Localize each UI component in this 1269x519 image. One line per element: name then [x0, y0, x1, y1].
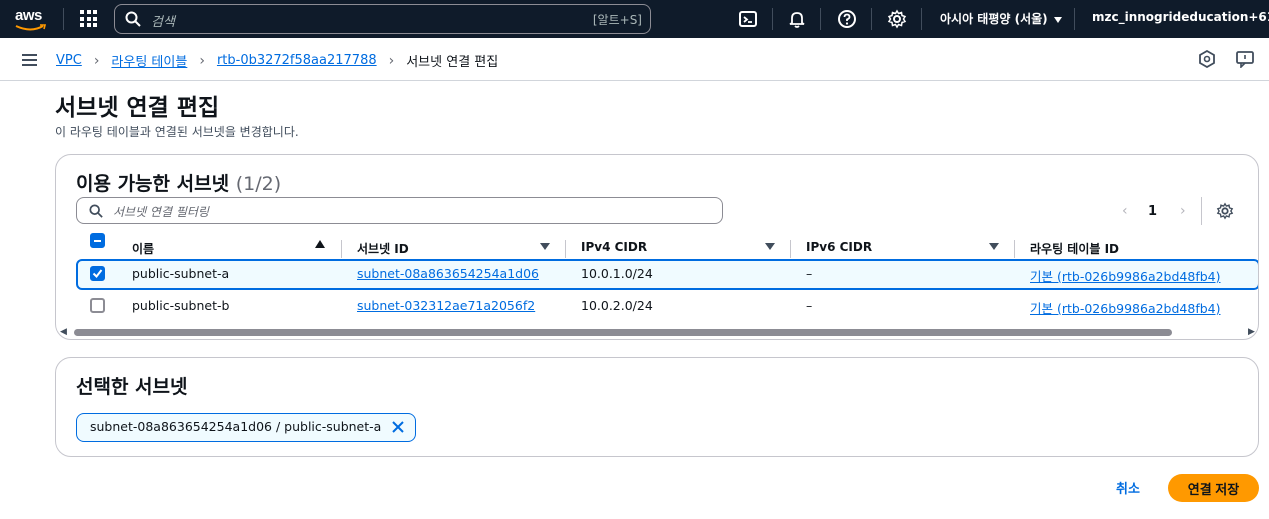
row-checkbox[interactable]	[90, 266, 105, 281]
sort-icon[interactable]	[989, 243, 999, 250]
search-shortcut: [알트+S]	[592, 13, 642, 27]
chevron-down-icon	[1053, 16, 1062, 23]
region-selector[interactable]: 아시아 태평양 (서울)	[940, 10, 1062, 27]
scroll-left-icon[interactable]: ◀	[60, 327, 67, 337]
save-associations-button[interactable]: 연결 저장	[1168, 474, 1259, 502]
column-name[interactable]: 이름	[132, 240, 154, 257]
breadcrumb-route-tables[interactable]: 라우팅 테이블	[111, 51, 187, 70]
ipv4-cidr: 10.0.1.0/24	[581, 266, 653, 281]
top-navigation: aws 검색 [알트+S] 아시아 태평양 (서울) mzc_innogride…	[0, 0, 1269, 38]
panel-title: 선택한 서브넷	[76, 376, 188, 398]
chevron-right-icon: ›	[199, 52, 205, 69]
subnet-name: public-subnet-b	[132, 298, 230, 313]
breadcrumb-current: 서브넷 연결 편집	[406, 55, 499, 70]
preferences-gear-icon[interactable]	[1216, 202, 1234, 220]
breadcrumb-bar: VPC › 라우팅 테이블 › rtb-0b3272f58aa217788 › …	[0, 38, 1269, 81]
breadcrumb-route-table-id[interactable]: rtb-0b3272f58aa217788	[217, 53, 377, 68]
search-placeholder: 검색	[151, 15, 175, 30]
services-grid-icon[interactable]	[80, 10, 97, 27]
select-all-checkbox[interactable]	[90, 233, 105, 248]
cancel-button[interactable]: 취소	[1116, 478, 1140, 497]
column-ipv6-cidr[interactable]: IPv6 CIDR	[806, 240, 872, 254]
chevron-right-icon: ›	[93, 52, 100, 69]
check-icon	[92, 269, 103, 279]
sort-ascending-icon[interactable]	[315, 240, 325, 248]
next-page-button[interactable]: ›	[1180, 203, 1186, 219]
global-search-input[interactable]: 검색 [알트+S]	[114, 4, 651, 34]
ipv4-cidr: 10.0.2.0/24	[581, 298, 653, 313]
bell-icon[interactable]	[787, 9, 807, 29]
smile-arrow-icon	[15, 24, 47, 31]
ipv6-cidr: –	[806, 298, 813, 313]
menu-icon[interactable]	[22, 54, 37, 66]
breadcrumb-vpc[interactable]: VPC	[56, 53, 82, 68]
row-checkbox[interactable]	[90, 298, 105, 313]
breadcrumb: VPC › 라우팅 테이블 › rtb-0b3272f58aa217788 › …	[56, 51, 499, 71]
ipv6-cidr: –	[806, 266, 813, 281]
table-row[interactable]: public-subnet-b subnet-032312ae71a2056f2…	[76, 291, 1258, 322]
search-icon	[89, 204, 103, 218]
search-icon	[125, 11, 141, 27]
aws-logo[interactable]: aws	[14, 4, 48, 34]
account-menu[interactable]: mzc_innogrideducation+61	[1092, 10, 1269, 24]
previous-page-button[interactable]: ‹	[1122, 203, 1128, 219]
sort-icon[interactable]	[765, 243, 775, 250]
table-row[interactable]: public-subnet-a subnet-08a863654254a1d06…	[76, 259, 1258, 290]
notifications-panel-icon[interactable]	[1198, 50, 1216, 68]
sort-icon[interactable]	[540, 243, 550, 250]
subnet-id-link[interactable]: subnet-032312ae71a2056f2	[357, 298, 535, 313]
available-subnets-panel: 이용 가능한 서브넷 (1/2) 서브넷 연결 필터링 ‹ 1 › 이름 서브넷…	[55, 154, 1259, 340]
page-title: 서브넷 연결 편집	[55, 95, 220, 121]
page-subtitle: 이 라우팅 테이블과 연결된 서브넷을 변경합니다.	[55, 125, 299, 139]
selected-subnets-panel: 선택한 서브넷 subnet-08a863654254a1d06 / publi…	[55, 357, 1259, 457]
selected-subnet-token: subnet-08a863654254a1d06 / public-subnet…	[76, 413, 417, 442]
column-route-table-id[interactable]: 라우팅 테이블 ID	[1030, 240, 1119, 257]
settings-icon[interactable]	[887, 9, 907, 29]
cloudshell-icon[interactable]	[738, 9, 758, 29]
horizontal-scrollbar[interactable]	[74, 329, 1172, 336]
feedback-icon[interactable]	[1236, 50, 1254, 68]
nav-divider	[63, 8, 64, 30]
route-table-link[interactable]: 기본 (rtb-026b9986a2bd48fb4)	[1030, 301, 1221, 316]
chevron-right-icon: ›	[388, 52, 395, 69]
page-number[interactable]: 1	[1148, 204, 1157, 219]
column-ipv4-cidr[interactable]: IPv4 CIDR	[581, 240, 647, 254]
close-icon[interactable]	[391, 420, 405, 434]
column-subnet-id[interactable]: 서브넷 ID	[357, 240, 409, 257]
subnet-filter-input[interactable]: 서브넷 연결 필터링	[76, 197, 723, 224]
subnet-name: public-subnet-a	[132, 266, 230, 281]
selection-count: (1/2)	[235, 173, 282, 195]
route-table-link[interactable]: 기본 (rtb-026b9986a2bd48fb4)	[1030, 269, 1221, 284]
help-icon[interactable]	[837, 9, 857, 29]
scroll-right-icon[interactable]: ▶	[1248, 327, 1255, 337]
panel-title: 이용 가능한 서브넷 (1/2)	[76, 173, 282, 195]
subnet-id-link[interactable]: subnet-08a863654254a1d06	[357, 266, 539, 281]
